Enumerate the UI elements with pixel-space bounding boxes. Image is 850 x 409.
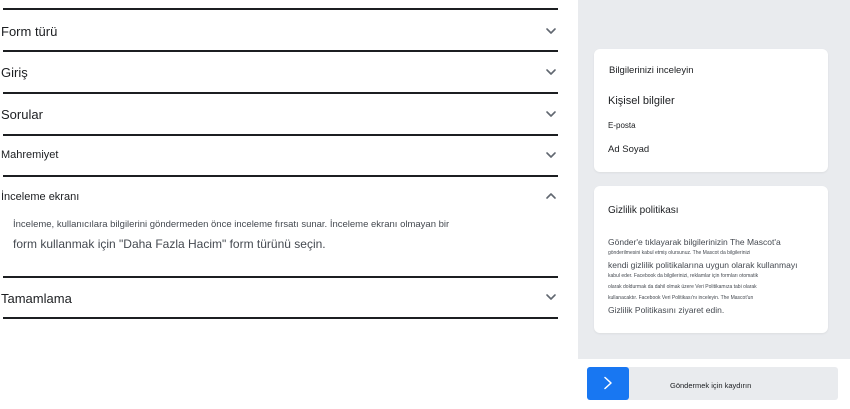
chevron-down-icon[interactable]: [544, 65, 558, 79]
next-button[interactable]: [587, 367, 629, 400]
description-line: İnceleme, kullanıcılara bilgilerini gönd…: [13, 219, 450, 230]
chevron-down-icon[interactable]: [544, 148, 558, 162]
privacy-line: gönderilmesini kabul etmiş olursunuz. Th…: [608, 250, 751, 256]
form-preview-panel: Bilgilerinizi inceleyin Kişisel bilgiler…: [578, 0, 850, 359]
chevron-down-icon[interactable]: [544, 24, 558, 38]
privacy-line: olarak doldurmak da dahil olmak üzere Ve…: [608, 284, 757, 290]
section-completion[interactable]: Tamamlama: [0, 278, 558, 318]
review-screen-description: İnceleme, kullanıcılara bilgilerini gönd…: [13, 219, 513, 253]
section-label: İnceleme ekranı: [1, 191, 80, 203]
privacy-line: Gönder'e tıklayarak bilgilerinizin The M…: [608, 237, 781, 247]
preview-footer: Göndermek için kaydırın: [578, 359, 850, 409]
privacy-line: kabul eder. Facebook da bilgilerinizi, r…: [608, 273, 759, 279]
form-sections-panel: Form türü Giriş Sorular Mahremiyet İncel…: [0, 0, 578, 409]
review-info-card: Bilgilerinizi inceleyin Kişisel bilgiler…: [594, 49, 828, 172]
section-label: Giriş: [1, 65, 28, 80]
section-divider: [3, 8, 558, 10]
description-line: form kullanmak için "Daha Fazla Hacim" f…: [13, 237, 326, 251]
swipe-to-submit-hint: Göndermek için kaydırın: [670, 381, 752, 390]
section-label: Tamamlama: [1, 291, 72, 306]
privacy-policy-text: Gönder'e tıklayarak bilgilerinizin The M…: [608, 236, 823, 316]
privacy-line: kullanacaktır. Facebook Veri Politikası'…: [608, 295, 754, 301]
privacy-card-title: Gizlilik politikası: [608, 205, 679, 216]
chevron-up-icon[interactable]: [544, 189, 558, 203]
section-form-type[interactable]: Form türü: [0, 11, 558, 51]
privacy-line: kendi gizlilik politikalarına uygun olar…: [608, 260, 798, 270]
section-review-screen[interactable]: İnceleme ekranı: [0, 177, 558, 217]
personal-info-heading: Kişisel bilgiler: [608, 95, 675, 107]
section-label: Sorular: [1, 107, 43, 122]
section-questions[interactable]: Sorular: [0, 94, 558, 134]
section-privacy[interactable]: Mahremiyet: [0, 136, 558, 176]
email-field-label: E-posta: [608, 121, 636, 130]
section-label: Mahremiyet: [1, 149, 59, 161]
section-divider: [3, 317, 558, 319]
section-label: Form türü: [1, 24, 58, 39]
chevron-down-icon[interactable]: [544, 107, 558, 121]
section-intro[interactable]: Giriş: [0, 52, 558, 92]
chevron-down-icon[interactable]: [544, 290, 558, 304]
privacy-line: Gizlilik Politikasını ziyaret edin.: [608, 305, 725, 315]
full-name-field-label: Ad Soyad: [608, 144, 650, 155]
review-card-title: Bilgilerinizi inceleyin: [609, 65, 694, 76]
privacy-policy-card: Gizlilik politikası Gönder'e tıklayarak …: [594, 186, 828, 333]
